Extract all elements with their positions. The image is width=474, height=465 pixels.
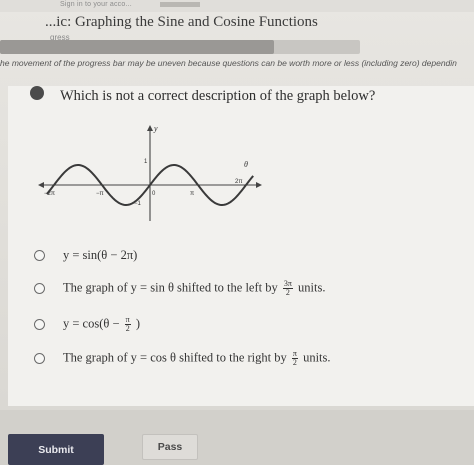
choice-a-text: y = sin(θ − 2π) — [63, 248, 138, 262]
radio-a[interactable] — [34, 250, 45, 261]
choice-c-suffix: ) — [135, 316, 141, 331]
choice-b-text: The graph of y = sin θ shifted to the le… — [63, 280, 325, 297]
choice-c-text: y = cos(θ − π 2 ) — [63, 316, 140, 333]
progress-note: he movement of the progress bar may be u… — [0, 58, 457, 68]
choice-b-frac-den: 2 — [285, 288, 290, 297]
choice-c-fraction: π 2 — [124, 316, 131, 333]
tick-label-2pi: 2π — [235, 179, 242, 185]
choice-d-prefix: The graph of y = cos θ shifted to the ri… — [63, 350, 287, 365]
top-indicator — [160, 2, 200, 7]
choice-b-prefix: The graph of y = sin θ shifted to the le… — [63, 280, 278, 295]
top-bar: Sign in to your acco... — [0, 0, 474, 12]
choice-c[interactable]: y = cos(θ − π 2 ) — [34, 316, 140, 333]
tick-label-negpi: −π — [96, 191, 104, 197]
choice-c-prefix: y = cos(θ − — [63, 316, 120, 331]
theta-axis-label: θ — [244, 160, 248, 169]
x-axis-right-arrow-icon — [256, 182, 262, 188]
progress-bar — [0, 40, 360, 54]
graph: y θ 1 −1 −2π −π 0 π 2π — [38, 124, 262, 221]
lesson-title: ...ic: Graphing the Sine and Cosine Func… — [45, 14, 318, 30]
radio-d[interactable] — [34, 353, 45, 364]
choice-d-fraction: π 2 — [291, 350, 298, 367]
question-text: Which is not a correct description of th… — [60, 88, 376, 104]
sign-in-link[interactable]: Sign in to your acco... — [60, 1, 132, 8]
choice-d[interactable]: The graph of y = cos θ shifted to the ri… — [34, 350, 331, 367]
choice-d-text: The graph of y = cos θ shifted to the ri… — [63, 350, 331, 367]
choice-a[interactable]: y = sin(θ − 2π) — [34, 248, 137, 263]
y-axis-up-arrow-icon — [147, 125, 153, 131]
y-axis-label: y — [153, 124, 158, 133]
tick-label-pi: π — [190, 191, 194, 197]
question-marker-icon — [30, 86, 44, 100]
radio-c[interactable] — [34, 319, 45, 330]
choice-d-suffix: units. — [303, 350, 331, 365]
submit-button[interactable]: Submit — [8, 434, 104, 465]
choice-b-fraction: 3π 2 — [282, 280, 293, 297]
choice-b-suffix: units. — [298, 280, 326, 295]
choice-b[interactable]: The graph of y = sin θ shifted to the le… — [34, 280, 325, 297]
choice-c-frac-den: 2 — [125, 324, 130, 333]
tick-label-1: 1 — [144, 159, 148, 165]
pass-button[interactable]: Pass — [142, 434, 198, 460]
progress-bar-fill — [0, 40, 274, 54]
choice-d-frac-den: 2 — [292, 358, 297, 367]
quiz-page: Sign in to your acco... ...ic: Graphing … — [0, 0, 474, 465]
x-axis-left-arrow-icon — [38, 182, 44, 188]
radio-b[interactable] — [34, 283, 45, 294]
tick-label-0: 0 — [152, 191, 156, 197]
